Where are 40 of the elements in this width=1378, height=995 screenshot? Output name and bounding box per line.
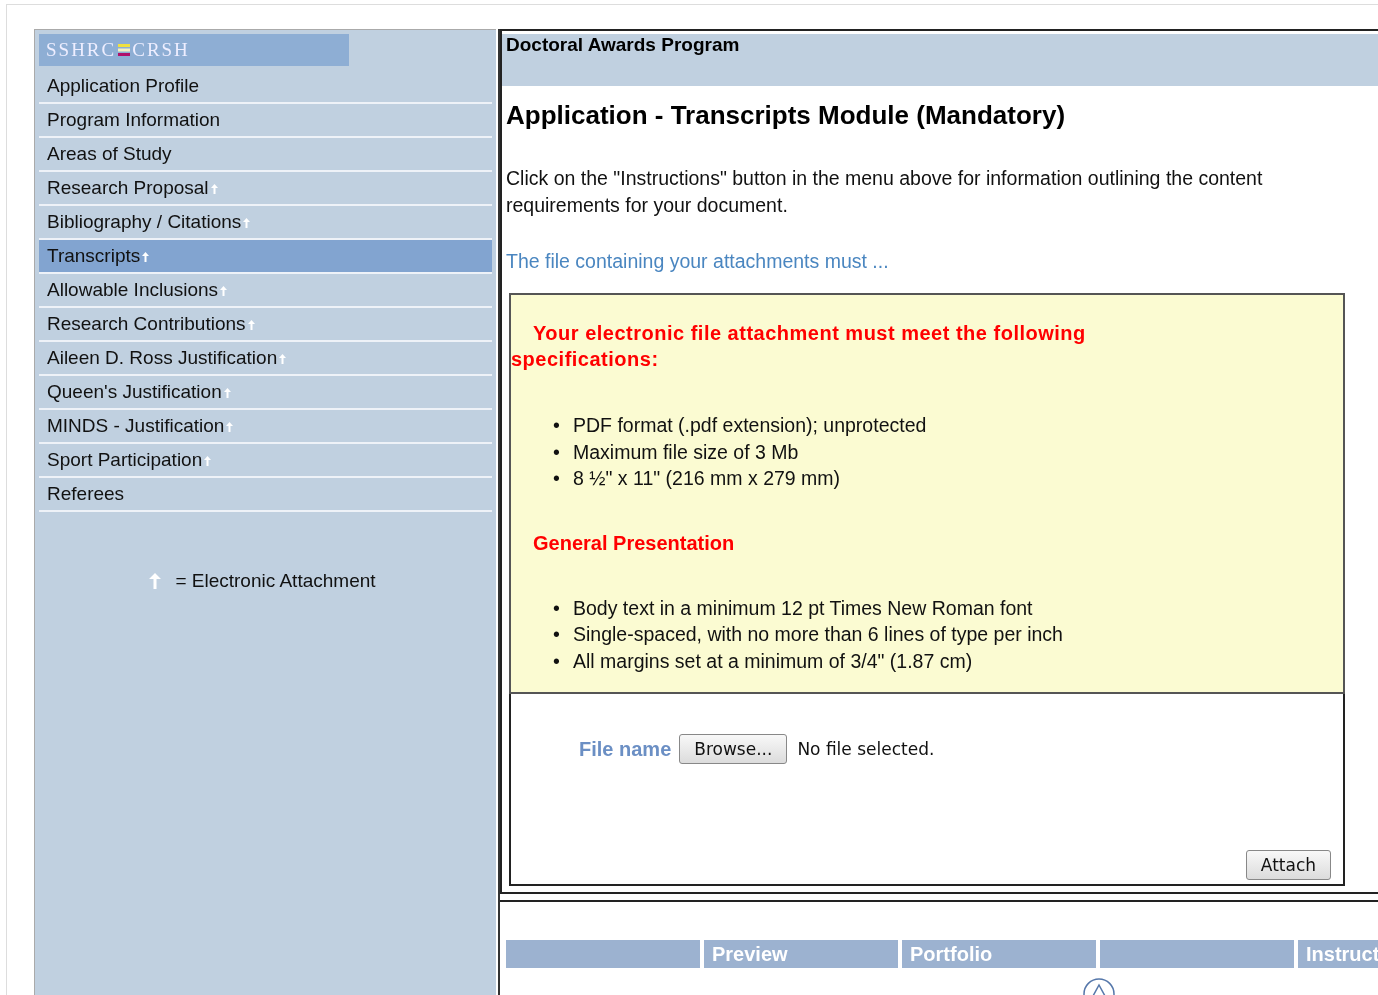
bullet: • (553, 622, 561, 647)
scroll-up-icon[interactable] (1082, 977, 1116, 995)
specification-item: 8 ½" x 11" (216 mm x 279 mm) (573, 466, 841, 491)
presentation-item: Single-spaced, with no more than 6 lines of type per inch (573, 622, 1063, 647)
up-arrow-icon (149, 573, 162, 589)
menu-tab[interactable] (1100, 940, 1294, 968)
bullet: • (553, 439, 561, 465)
sidebar-item[interactable]: Research Proposal (39, 172, 492, 206)
file-name-label: File name (579, 737, 672, 761)
sidebar-item[interactable]: Queen's Justification (39, 376, 492, 410)
sidebar-item[interactable]: MINDS - Justification (39, 410, 492, 444)
program-header: Doctoral Awards Program (502, 34, 1378, 86)
bullet: • (553, 595, 561, 621)
attachments-link[interactable]: The file containing your attachments must ... (506, 250, 1378, 273)
specification-item: Maximum file size of 3 Mb (573, 439, 799, 465)
attach-button[interactable]: Attach (1245, 850, 1331, 880)
sidebar-item[interactable]: Sport Participation (39, 444, 492, 478)
file-status-text: No file selected. (797, 739, 935, 759)
sshrc-logo: SSHRC CRSH (39, 34, 349, 66)
sidebar-item[interactable]: Allowable Inclusions (39, 274, 492, 308)
sidebar-item[interactable]: Research Contributions (39, 308, 492, 342)
presentation-item: All margins set at a minimum of 3/4" (1.87 cm) (573, 648, 973, 674)
bullet: • (553, 466, 561, 491)
sidebar-item[interactable]: Transcripts (39, 240, 492, 274)
menu-tab[interactable] (506, 940, 700, 968)
sidebar-item[interactable]: Program Information (39, 104, 492, 138)
instructions-text: Click on the "Instructions" button in the menu above for information outlining the content requirements for your document. (506, 166, 1264, 218)
sidebar-item[interactable]: Areas of Study (39, 138, 492, 172)
specification-item: PDF format (.pdf extension); unprotected (573, 413, 927, 438)
page-title: Application - Transcripts Module (Mandatory) (506, 100, 1067, 131)
legend-text: = Electronic Attachment (175, 570, 376, 592)
presentation-heading: General Presentation (533, 531, 736, 555)
bullet: • (553, 648, 561, 674)
presentation-item: Body text in a minimum 12 pt Times New Roman font (573, 595, 1033, 621)
sidebar-item[interactable]: Aileen D. Ross Justification (39, 342, 492, 376)
sidebar-item[interactable]: Application Profile (39, 70, 492, 104)
specifications-heading: Your electronic file attachment must meet the following specifications: (511, 321, 1087, 372)
bullet: • (553, 413, 561, 438)
sidebar-item[interactable]: Referees (39, 478, 492, 512)
browse-button[interactable]: Browse... (679, 734, 788, 764)
